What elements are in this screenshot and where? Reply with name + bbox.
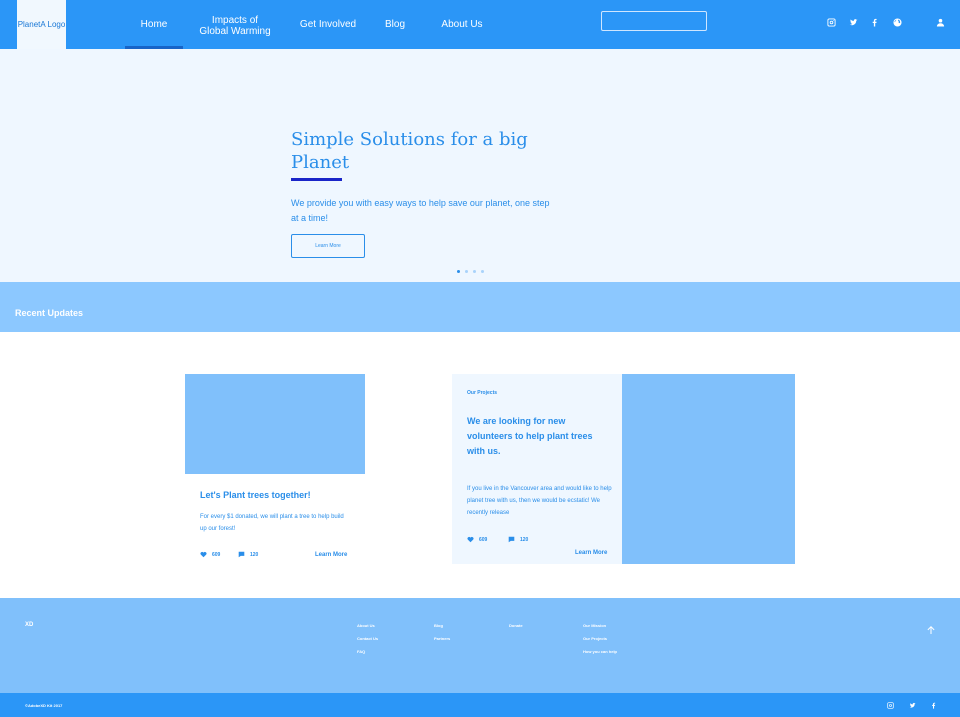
instagram-icon[interactable] — [826, 17, 836, 27]
footer-link-partners[interactable]: Partners — [434, 636, 450, 641]
carousel-dot-4[interactable] — [481, 270, 484, 273]
footer-link-our-mission[interactable]: Our Mission — [583, 623, 606, 628]
card1-learn-more-link[interactable]: Learn More — [315, 552, 347, 558]
footer-link-faq[interactable]: FAQ — [357, 649, 365, 654]
recent-updates-title: Recent Updates — [15, 308, 84, 318]
card1-comments-count: 120 — [250, 551, 259, 558]
copyright-text: ©AdobeXD Kit 2017 — [25, 703, 63, 708]
globe-icon[interactable] — [892, 17, 902, 27]
nav-about-us[interactable]: About Us — [436, 0, 488, 49]
card2-image-placeholder — [622, 374, 795, 564]
carousel-dot-3[interactable] — [473, 270, 476, 273]
hero-learn-more-button[interactable]: Learn More — [291, 234, 365, 258]
footer-link-donate[interactable]: Donate — [509, 623, 523, 628]
back-to-top-arrow-icon[interactable] — [926, 622, 936, 634]
footer-link-blog[interactable]: Blog — [434, 623, 443, 628]
nav-get-involved[interactable]: Get Involved — [296, 0, 360, 49]
card2-comments[interactable]: 120 — [508, 536, 528, 543]
comment-icon — [238, 551, 245, 558]
nav-impacts-of-global-warming[interactable]: Impacts of Global Warming — [196, 0, 274, 49]
nav-home[interactable]: Home — [125, 0, 183, 49]
card2-learn-more-link[interactable]: Learn More — [575, 550, 607, 556]
footer-link-our-projects[interactable]: Our Projects — [583, 636, 607, 641]
footer — [0, 598, 960, 693]
card2-likes[interactable]: 609 — [467, 536, 487, 543]
footer-link-about-us[interactable]: About Us — [357, 623, 375, 628]
card1-likes[interactable]: 609 — [200, 551, 220, 558]
card1-comments[interactable]: 120 — [238, 551, 258, 558]
footer-twitter-icon[interactable] — [908, 701, 916, 709]
card2-comments-count: 120 — [520, 536, 529, 543]
search-input[interactable] — [601, 11, 707, 31]
card1-likes-count: 609 — [212, 551, 221, 558]
hero-description: We provide you with easy ways to help sa… — [291, 198, 550, 223]
footer-link-contact-us[interactable]: Contact Us — [357, 636, 378, 641]
card2-title: We are looking for new volunteers to hel… — [467, 416, 593, 456]
carousel-dot-1[interactable] — [457, 270, 460, 273]
card1-text: For every $1 donated, we will plant a tr… — [200, 514, 344, 532]
hero-title-underline — [291, 178, 342, 181]
twitter-icon[interactable] — [848, 17, 858, 27]
card2-text: If you live in the Vancouver area and wo… — [467, 486, 612, 516]
card2-category: Our Projects — [467, 390, 498, 396]
footer-facebook-icon[interactable] — [929, 701, 937, 709]
footer-brand: XD — [25, 622, 34, 628]
hero-title: Simple Solutions for a big Planet — [291, 129, 528, 173]
heart-icon — [467, 536, 474, 543]
recent-updates-band — [0, 282, 960, 332]
facebook-icon[interactable] — [869, 17, 879, 27]
card1-image-placeholder — [185, 374, 365, 474]
nav-impacts-label: Impacts of Global Warming — [199, 14, 271, 37]
comment-icon — [508, 536, 515, 543]
footer-link-how-you-can-help[interactable]: How you can help — [583, 649, 617, 654]
footer-instagram-icon[interactable] — [886, 701, 894, 709]
user-account-icon[interactable] — [935, 17, 945, 27]
planeta-logo[interactable]: PlanetA Logo — [17, 0, 66, 49]
carousel-dot-2[interactable] — [465, 270, 468, 273]
heart-icon — [200, 551, 207, 558]
card2-likes-count: 609 — [479, 536, 488, 543]
nav-blog[interactable]: Blog — [378, 0, 412, 49]
footer-bottom-bar — [0, 693, 960, 717]
card1-title: Let's Plant trees together! — [200, 490, 311, 500]
